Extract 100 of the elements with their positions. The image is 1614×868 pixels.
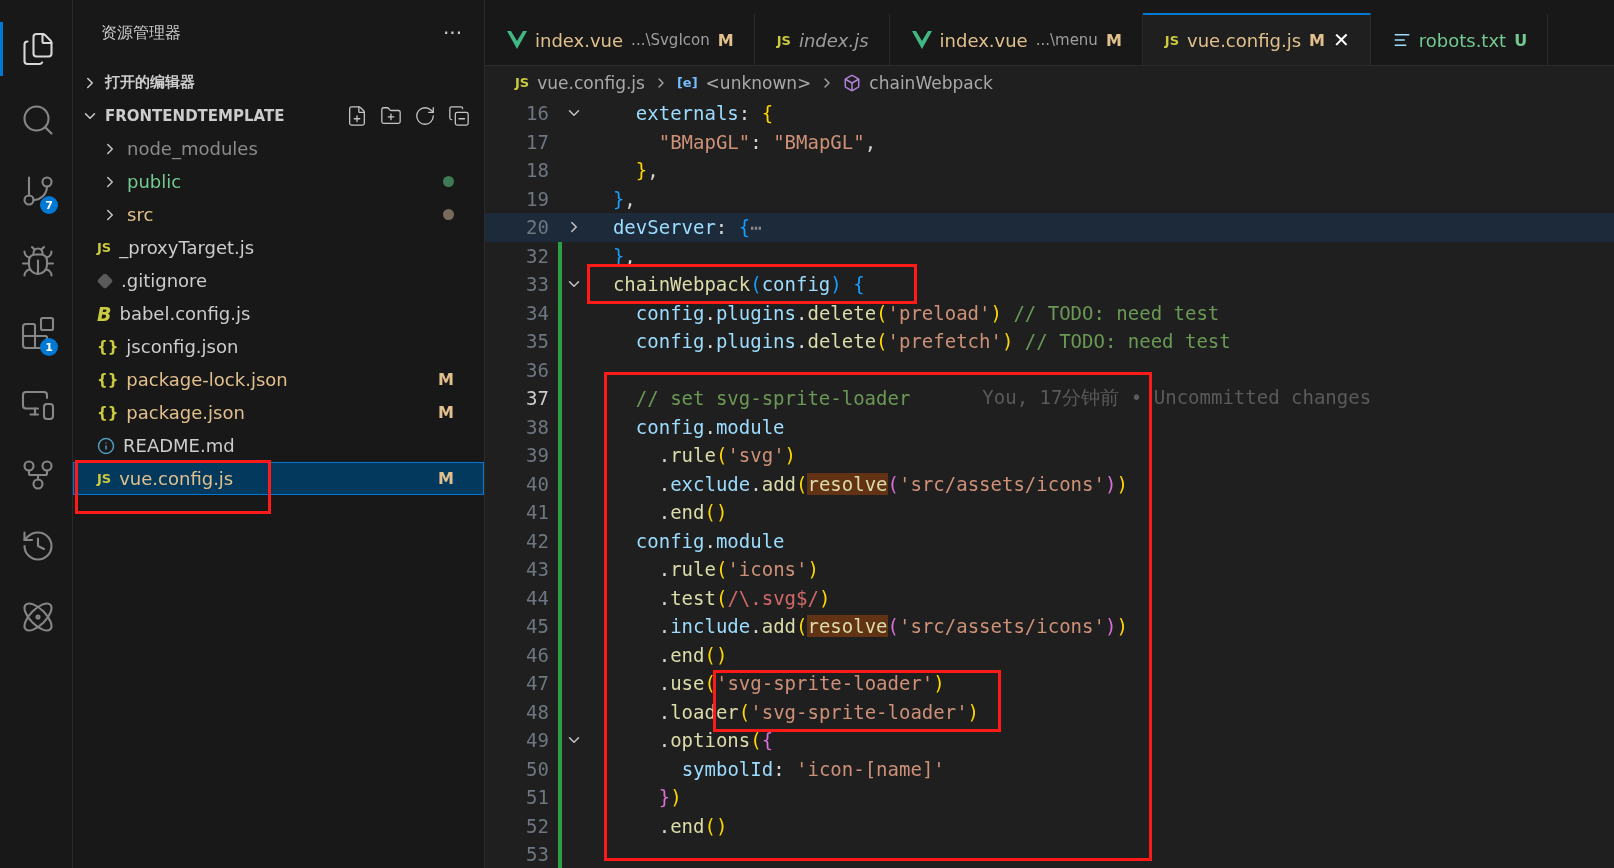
- blame-annotation: You, 17分钟前 • Uncommitted changes: [982, 385, 1372, 411]
- line-number: 19: [525, 187, 549, 210]
- file-tree-item[interactable]: {} package.json M: [73, 396, 484, 429]
- code-line: config.module: [634, 415, 785, 438]
- code-line: .exclude.add(resolve('src/assets/icons')): [657, 472, 1128, 495]
- code-line: .rule('icons'): [657, 558, 819, 581]
- editor-tab[interactable]: JS vue.config.js M ✕: [1142, 13, 1371, 65]
- js-icon: JS: [97, 471, 112, 486]
- line-number: 44: [525, 586, 549, 609]
- file-name: babel.config.js: [119, 303, 251, 324]
- file-tree-item[interactable]: {} jsconfig.json: [73, 330, 484, 363]
- line-number: 18: [525, 159, 549, 182]
- new-file-icon[interactable]: [346, 104, 368, 127]
- git-status: U: [1514, 30, 1528, 50]
- line-number: 48: [525, 700, 549, 723]
- line-number: 46: [525, 643, 549, 666]
- file-tree-item[interactable]: src: [73, 198, 484, 231]
- line-number: 37: [525, 387, 549, 410]
- code-line: .include.add(resolve('src/assets/icons')): [657, 615, 1128, 638]
- code-line: externals: {: [634, 102, 774, 125]
- file-tree-item[interactable]: README.md: [73, 429, 484, 462]
- line-number: 38: [525, 415, 549, 438]
- refresh-icon[interactable]: [414, 104, 436, 127]
- close-icon[interactable]: ✕: [1332, 28, 1350, 52]
- line-number: 35: [525, 330, 549, 353]
- tab-label: vue.config.js: [1187, 29, 1302, 51]
- count-badge: 7: [40, 196, 58, 214]
- file-tree-item[interactable]: public: [73, 165, 484, 198]
- code-line: .options({: [657, 729, 774, 752]
- line-number: 41: [525, 501, 549, 524]
- code-line: // set svg-sprite-loader: [634, 387, 911, 410]
- line-number: 49: [525, 729, 549, 752]
- git-status: M: [438, 370, 454, 389]
- code-line: config.plugins.delete('prefetch') // TODO: need test: [634, 330, 1231, 353]
- file-tree-item[interactable]: node_modules: [73, 132, 484, 165]
- git-status: M: [717, 30, 734, 50]
- file-tree-item[interactable]: JS _proxyTarget.js: [73, 231, 484, 264]
- file-tree-item[interactable]: .gitignore: [73, 264, 484, 297]
- line-number: 42: [525, 529, 549, 552]
- js-icon: JS: [1164, 32, 1179, 48]
- code-line: },: [611, 187, 636, 210]
- tab-label: index.vue: [939, 29, 1028, 51]
- code-line: .test(/\.svg$/): [657, 586, 831, 609]
- new-folder-icon[interactable]: [380, 104, 402, 127]
- line-number: 39: [525, 444, 549, 467]
- breadcrumb-item[interactable]: <unknown>: [705, 72, 812, 93]
- section-label[interactable]: 打开的编辑器: [105, 73, 195, 92]
- git-status: M: [1105, 30, 1122, 50]
- code-line: }): [657, 786, 682, 809]
- line-number: 40: [525, 472, 549, 495]
- breadcrumb-item[interactable]: chainWebpack: [869, 72, 993, 93]
- bug-icon: [19, 244, 56, 280]
- js-icon: JS: [97, 240, 112, 255]
- line-number: 34: [525, 301, 549, 324]
- line-number: 53: [525, 843, 549, 866]
- file-tree-item[interactable]: {} package-lock.json M: [73, 363, 484, 396]
- file-name: package-lock.json: [126, 369, 288, 390]
- tab-path: ...\SvgIcon: [631, 31, 710, 49]
- more-actions[interactable]: ···: [442, 21, 462, 45]
- file-tree-item[interactable]: B babel.config.js: [73, 297, 484, 330]
- line-number: 43: [525, 558, 549, 581]
- file-name: package.json: [126, 402, 245, 423]
- code-line: config.module: [634, 529, 785, 552]
- breadcrumb-item[interactable]: vue.config.js: [537, 72, 645, 93]
- file-tree-item[interactable]: JS vue.config.js M: [73, 462, 484, 495]
- line-number: 47: [525, 672, 549, 695]
- braces-icon: {}: [97, 337, 119, 356]
- tab-path: ...\menu: [1035, 31, 1098, 49]
- variable-icon: [e]: [676, 75, 698, 90]
- code-line: symbolId: 'icon-[name]': [680, 757, 945, 780]
- file-name: node_modules: [127, 138, 258, 159]
- js-icon: JS: [776, 32, 791, 48]
- tab-label: index.js: [798, 29, 869, 51]
- file-name: src: [127, 204, 154, 225]
- vue-icon: [911, 31, 932, 49]
- line-number: 32: [525, 244, 549, 267]
- file-name: _proxyTarget.js: [119, 237, 255, 258]
- activity-bar-button[interactable]: 1: [0, 306, 72, 360]
- file-name: jsconfig.json: [126, 336, 239, 357]
- file-name: .gitignore: [121, 270, 208, 291]
- code-line: .use('svg-sprite-loader'): [657, 672, 945, 695]
- tab-label: index.vue: [535, 29, 624, 51]
- collapse-icon[interactable]: [448, 104, 470, 127]
- code-line: .end(): [657, 501, 728, 524]
- code-line: .rule('svg'): [657, 444, 797, 467]
- info-icon: [97, 436, 115, 455]
- code-line: chainWebpack(config) {: [611, 273, 865, 296]
- braces-icon: {}: [97, 403, 119, 422]
- file-name: README.md: [123, 435, 235, 456]
- sidebar-title: 资源管理器: [101, 22, 181, 44]
- file-name: vue.config.js: [119, 468, 234, 489]
- blocks-icon: [19, 315, 56, 351]
- code-line: "BMapGL": "BMapGL",: [657, 130, 877, 153]
- line-number: 16: [525, 102, 549, 125]
- diamond-icon: [97, 272, 113, 289]
- git-status: M: [1309, 30, 1325, 50]
- activity-bar-button[interactable]: 7: [0, 164, 72, 218]
- line-number: 52: [525, 814, 549, 837]
- line-number: 45: [525, 615, 549, 638]
- section-label[interactable]: FRONTENDTEMPLATE: [105, 106, 285, 125]
